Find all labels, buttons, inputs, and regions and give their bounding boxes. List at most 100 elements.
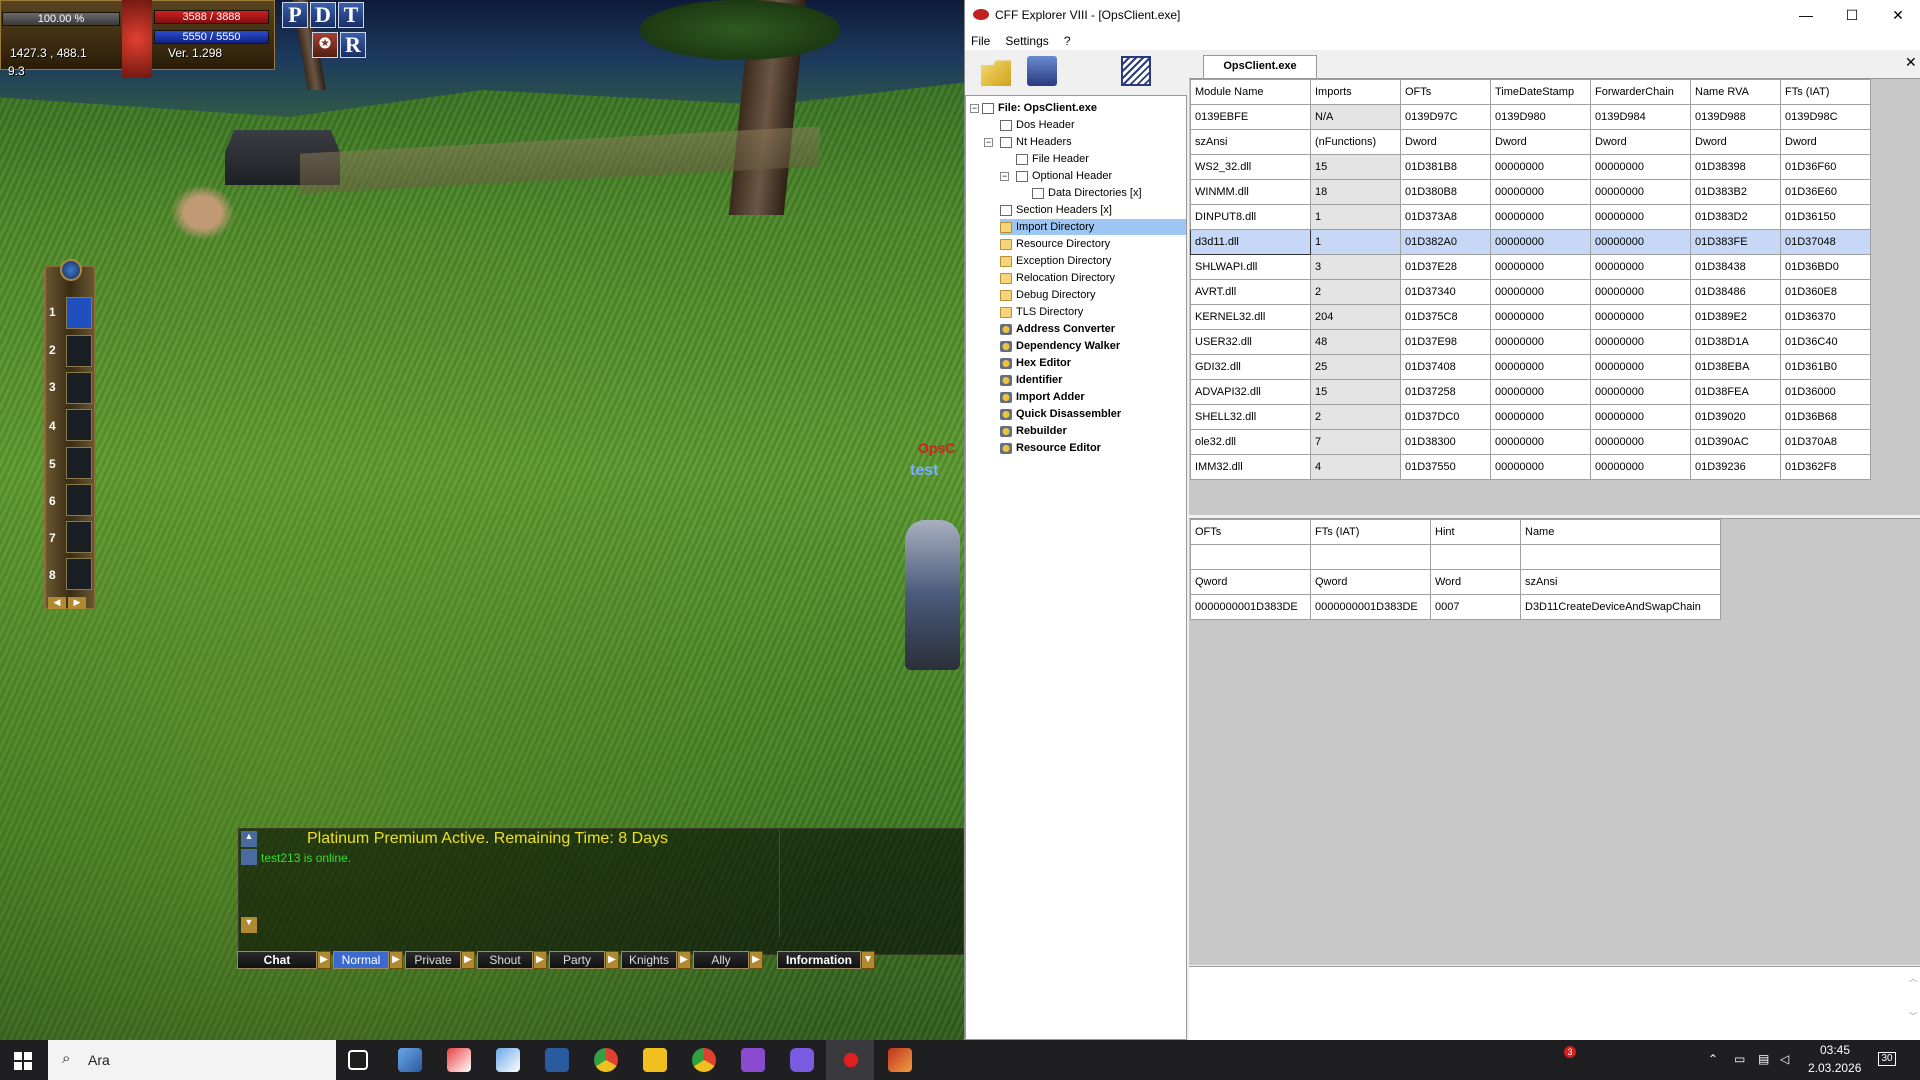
column-header[interactable]: ForwarderChain xyxy=(1590,79,1691,105)
table-cell[interactable]: Dword xyxy=(1490,129,1591,155)
ally-arrow-icon[interactable]: ▶ xyxy=(749,951,763,969)
table-cell[interactable]: 01D38486 xyxy=(1690,279,1781,305)
table-cell[interactable]: 00000000 xyxy=(1490,354,1591,380)
skill-slot-6[interactable] xyxy=(66,484,92,516)
table-cell[interactable]: WS2_32.dll xyxy=(1190,154,1311,180)
skill-slot-1[interactable] xyxy=(66,297,92,329)
skill-slot-4[interactable] xyxy=(66,409,92,441)
chevron-up-icon[interactable]: ⌃ xyxy=(1708,1052,1718,1066)
table-cell[interactable]: 15 xyxy=(1310,379,1401,405)
tree-node-dos-header[interactable]: Dos Header xyxy=(1000,117,1075,133)
table-cell[interactable]: Dword xyxy=(1400,129,1491,155)
scroll-down-icon[interactable]: ▼ xyxy=(241,917,257,933)
table-cell[interactable]: 00000000 xyxy=(1590,254,1691,280)
table-cell[interactable]: 0139D98C xyxy=(1780,104,1871,130)
table-cell[interactable]: AVRT.dll xyxy=(1190,279,1311,305)
table-cell[interactable]: 00000000 xyxy=(1490,204,1591,230)
table-cell[interactable]: 1 xyxy=(1310,229,1401,255)
table-cell[interactable] xyxy=(1310,544,1431,570)
powershell-icon[interactable] xyxy=(545,1048,569,1072)
table-cell[interactable]: GDI32.dll xyxy=(1190,354,1311,380)
skill-slot-8[interactable] xyxy=(66,558,92,590)
output-pane[interactable]: ︿ ﹀ xyxy=(1189,966,1920,1040)
column-header[interactable]: Name xyxy=(1520,519,1721,545)
table-cell[interactable]: 0139D97C xyxy=(1400,104,1491,130)
table-cell[interactable]: 00000000 xyxy=(1590,404,1691,430)
tree-node-debug-directory[interactable]: Debug Directory xyxy=(1000,287,1095,303)
private-arrow-icon[interactable]: ▶ xyxy=(461,951,475,969)
table-cell[interactable]: 00000000 xyxy=(1490,229,1591,255)
t-button[interactable]: T xyxy=(338,2,364,28)
column-header[interactable]: Module Name xyxy=(1190,79,1311,105)
table-cell[interactable]: 01D38300 xyxy=(1400,429,1491,455)
network-icon[interactable]: ▤ xyxy=(1758,1052,1769,1066)
collapse-icon[interactable]: − xyxy=(970,104,979,113)
table-cell[interactable]: 00000000 xyxy=(1590,154,1691,180)
table-cell[interactable]: 00000000 xyxy=(1590,329,1691,355)
tree-node-section-headers[interactable]: Section Headers [x] xyxy=(1000,202,1112,218)
table-row[interactable]: WINMM.dll 18 01D380B8 00000000 00000000 01D38… xyxy=(1190,179,1871,205)
visual-studio-icon[interactable] xyxy=(741,1048,765,1072)
table-cell[interactable]: 15 xyxy=(1310,154,1401,180)
character-portrait[interactable] xyxy=(122,0,152,78)
column-header[interactable]: Hint xyxy=(1430,519,1521,545)
normal-arrow-icon[interactable]: ▶ xyxy=(389,951,403,969)
table-cell[interactable]: Qword xyxy=(1310,569,1431,595)
column-header[interactable]: OFTs xyxy=(1400,79,1491,105)
table-cell[interactable]: 01D370A8 xyxy=(1780,429,1871,455)
app-icon[interactable] xyxy=(496,1048,520,1072)
task-view-icon[interactable] xyxy=(348,1050,368,1070)
table-cell[interactable]: 01D38FEA xyxy=(1690,379,1781,405)
tree-node-rebuilder[interactable]: Rebuilder xyxy=(1000,423,1067,439)
tree-node-resource-directory[interactable]: Resource Directory xyxy=(1000,236,1110,252)
table-cell[interactable]: 01D382A0 xyxy=(1400,229,1491,255)
compass-icon[interactable]: ✪ xyxy=(312,32,338,58)
minimize-icon[interactable]: — xyxy=(1783,0,1829,30)
table-cell[interactable]: 01D37E98 xyxy=(1400,329,1491,355)
slot-prev-arrow-icon[interactable]: ◀ xyxy=(48,597,66,609)
tree-node-quick-disassembler[interactable]: Quick Disassembler xyxy=(1000,406,1121,422)
table-cell[interactable]: IMM32.dll xyxy=(1190,454,1311,480)
table-cell[interactable]: 01D37408 xyxy=(1400,354,1491,380)
table-cell[interactable]: 00000000 xyxy=(1590,354,1691,380)
device-icon[interactable]: ▭ xyxy=(1734,1052,1745,1066)
table-cell[interactable]: 01D38EBA xyxy=(1690,354,1781,380)
information-tab[interactable]: Information xyxy=(777,951,861,969)
volume-icon[interactable]: ◁ xyxy=(1780,1052,1789,1066)
table-cell[interactable]: 01D383FE xyxy=(1690,229,1781,255)
slot-next-arrow-icon[interactable]: ▶ xyxy=(68,597,86,609)
table-cell[interactable]: 00000000 xyxy=(1490,279,1591,305)
chat-tab[interactable]: Chat xyxy=(237,951,317,969)
tree-node-nt-headers[interactable]: Nt Headers xyxy=(1000,134,1072,150)
table-cell[interactable]: 01D373A8 xyxy=(1400,204,1491,230)
shout-tab[interactable]: Shout xyxy=(477,951,533,969)
skill-slot-3[interactable] xyxy=(66,372,92,404)
player-character[interactable] xyxy=(905,520,960,670)
clock-time[interactable]: 03:45 xyxy=(1820,1043,1850,1057)
tree-node-address-converter[interactable]: Address Converter xyxy=(1000,321,1115,337)
table-row[interactable]: SHELL32.dll 2 01D37DC0 00000000 00000000 01D3… xyxy=(1190,404,1871,430)
table-cell[interactable]: 00000000 xyxy=(1490,404,1591,430)
table-cell[interactable]: 01D383B2 xyxy=(1690,179,1781,205)
table-row[interactable]: DINPUT8.dll 1 01D373A8 00000000 00000000 01D3… xyxy=(1190,204,1871,230)
table-cell[interactable]: 2 xyxy=(1310,279,1401,305)
table-cell[interactable]: 4 xyxy=(1310,454,1401,480)
tree-node-optional-header[interactable]: Optional Header xyxy=(1016,168,1112,184)
table-cell[interactable]: WINMM.dll xyxy=(1190,179,1311,205)
tree-node-resource-editor[interactable]: Resource Editor xyxy=(1000,440,1101,456)
table-cell[interactable]: 01D37340 xyxy=(1400,279,1491,305)
table-cell[interactable]: 01D380B8 xyxy=(1400,179,1491,205)
save-icon[interactable] xyxy=(1027,56,1057,86)
game-viewport[interactable]: 100.00 % 3588 / 3888 5550 / 5550 1427.3 … xyxy=(0,0,964,1040)
table-cell[interactable]: 2 xyxy=(1310,404,1401,430)
chrome-icon[interactable] xyxy=(692,1048,716,1072)
table-cell[interactable]: 01D39236 xyxy=(1690,454,1781,480)
app-icon[interactable] xyxy=(447,1048,471,1072)
table-cell[interactable]: 18 xyxy=(1310,179,1401,205)
column-header[interactable]: TimeDateStamp xyxy=(1490,79,1591,105)
table-cell[interactable]: 01D36E60 xyxy=(1780,179,1871,205)
skill-slot-5[interactable] xyxy=(66,447,92,479)
ally-tab[interactable]: Ally xyxy=(693,951,749,969)
table-cell[interactable]: 00000000 xyxy=(1590,229,1691,255)
table-cell[interactable]: 01D36370 xyxy=(1780,304,1871,330)
